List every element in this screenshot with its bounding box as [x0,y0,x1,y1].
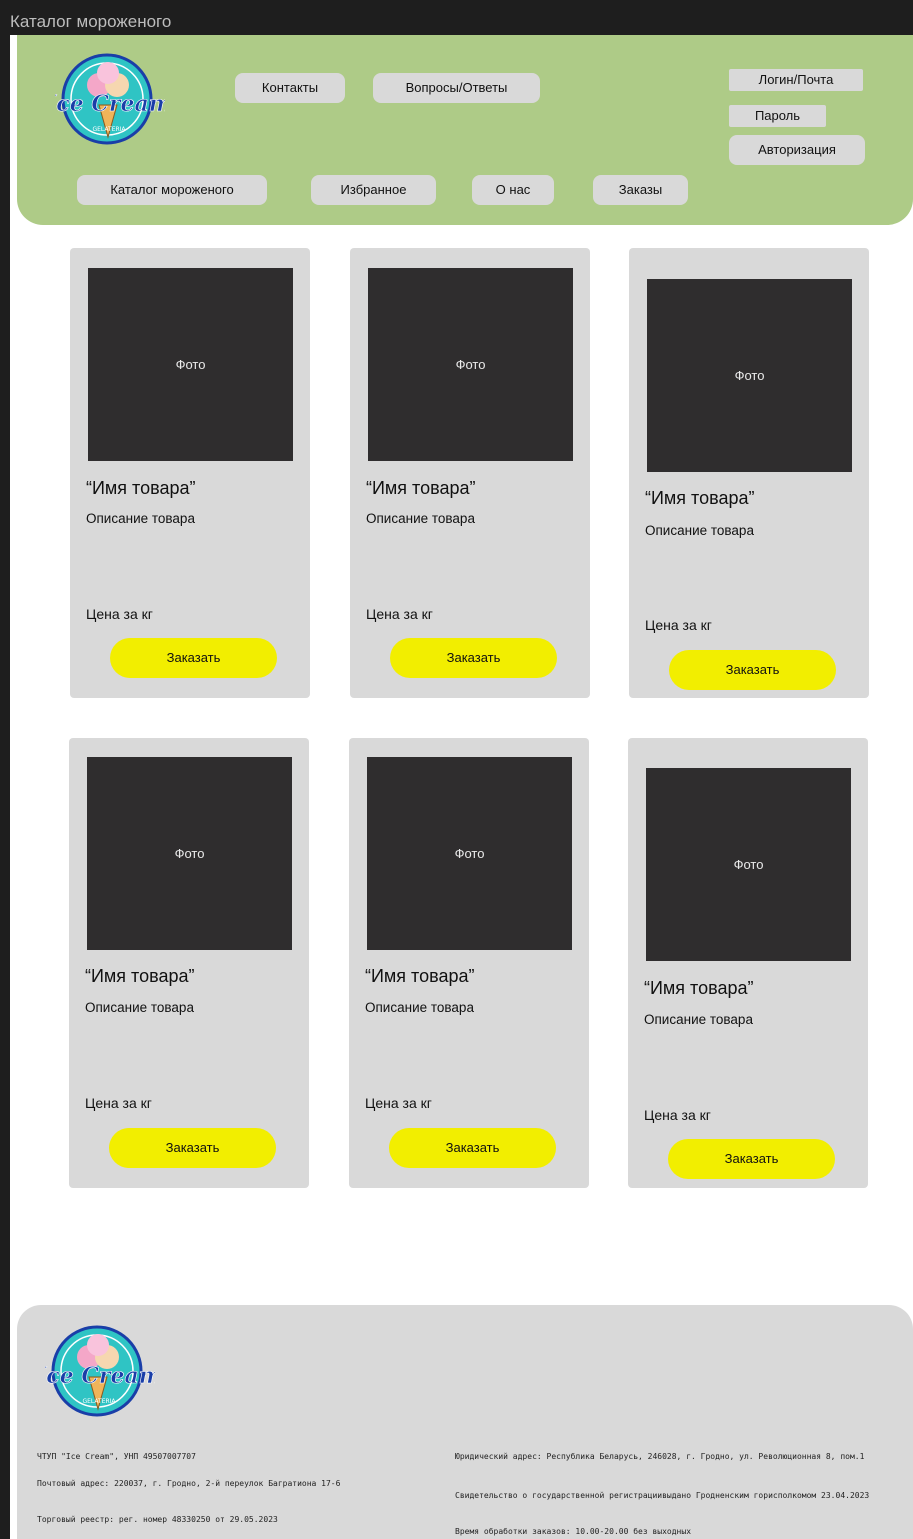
product-price: Цена за кг [644,1107,711,1123]
product-photo: Фото [88,268,293,461]
product-name: “Имя товара” [366,478,476,498]
product-name: “Имя товара” [86,478,196,498]
order-button[interactable]: Заказать [110,638,277,678]
product-card: Фото “Имя товара” Описание товара Цена з… [350,248,590,698]
ice-cream-logo[interactable]: Ice Cream GELATERIA [55,49,165,149]
window-title: Каталог мороженого [10,12,172,31]
product-price: Цена за кг [366,606,433,622]
login-input[interactable]: Логин/Почта [729,69,863,91]
order-button[interactable]: Заказать [669,650,836,690]
product-name: “Имя товара” [85,966,195,986]
footer-trade-registry: Торговый реестр: рег. номер 48330250 от … [37,1515,278,1524]
svg-text:Ice Cream: Ice Cream [55,91,165,117]
site-header: Ice Cream GELATERIA Контакты Вопросы/Отв… [17,35,913,225]
product-description: Описание товара [86,511,195,526]
product-price: Цена за кг [645,617,712,633]
order-button[interactable]: Заказать [668,1139,835,1179]
product-card: Фото “Имя товара” Описание товара Цена з… [349,738,589,1188]
product-price: Цена за кг [365,1095,432,1111]
window-titlebar: Каталог мороженого [0,0,913,35]
nav-faq[interactable]: Вопросы/Ответы [373,73,540,103]
product-description: Описание товара [644,1012,753,1027]
order-button[interactable]: Заказать [109,1128,276,1168]
product-card: Фото “Имя товара” Описание товара Цена з… [69,738,309,1188]
password-input[interactable]: Пароль [729,105,826,127]
product-card: Фото “Имя товара” Описание товара Цена з… [70,248,310,698]
nav-catalog[interactable]: Каталог мороженого [77,175,267,205]
svg-text:Ice Cream: Ice Cream [45,1363,155,1389]
nav-about[interactable]: О нас [472,175,554,205]
footer-order-hours: Время обработки заказов: 10.00-20.00 без… [455,1527,692,1536]
nav-favorites[interactable]: Избранное [311,175,436,205]
footer-certificate: Свидетельство о государственной регистра… [455,1491,870,1500]
product-description: Описание товара [85,1000,194,1015]
product-photo: Фото [87,757,292,950]
nav-contacts[interactable]: Контакты [235,73,345,103]
product-name: “Имя товара” [644,978,754,998]
product-price: Цена за кг [85,1095,152,1111]
product-photo: Фото [367,757,572,950]
ice-cream-logo: Ice Cream GELATERIA [45,1325,155,1417]
product-description: Описание товара [645,523,754,538]
svg-text:GELATERIA: GELATERIA [82,1398,116,1405]
product-name: “Имя товара” [645,488,755,508]
footer-company: ЧТУП "Ice Cream", УНП 49507007707 [37,1452,196,1461]
page: Ice Cream GELATERIA Контакты Вопросы/Отв… [10,35,913,1539]
auth-button[interactable]: Авторизация [729,135,865,165]
product-description: Описание товара [365,1000,474,1015]
product-photo: Фото [646,768,851,961]
nav-orders[interactable]: Заказы [593,175,688,205]
window-left-edge [0,0,10,1539]
order-button[interactable]: Заказать [390,638,557,678]
product-card: Фото “Имя товара” Описание товара Цена з… [629,248,869,698]
product-card: Фото “Имя товара” Описание товара Цена з… [628,738,868,1188]
footer-postal-address: Почтовый адрес: 220037, г. Гродно, 2-й п… [37,1479,341,1488]
order-button[interactable]: Заказать [389,1128,556,1168]
product-description: Описание товара [366,511,475,526]
svg-text:GELATERIA: GELATERIA [92,126,126,133]
product-name: “Имя товара” [365,966,475,986]
product-photo: Фото [368,268,573,461]
footer-legal-address: Юридический адрес: Республика Беларусь, … [455,1452,865,1461]
product-price: Цена за кг [86,606,153,622]
product-photo: Фото [647,279,852,472]
site-footer: Ice Cream GELATERIA ЧТУП "Ice Cream", УН… [17,1305,913,1539]
